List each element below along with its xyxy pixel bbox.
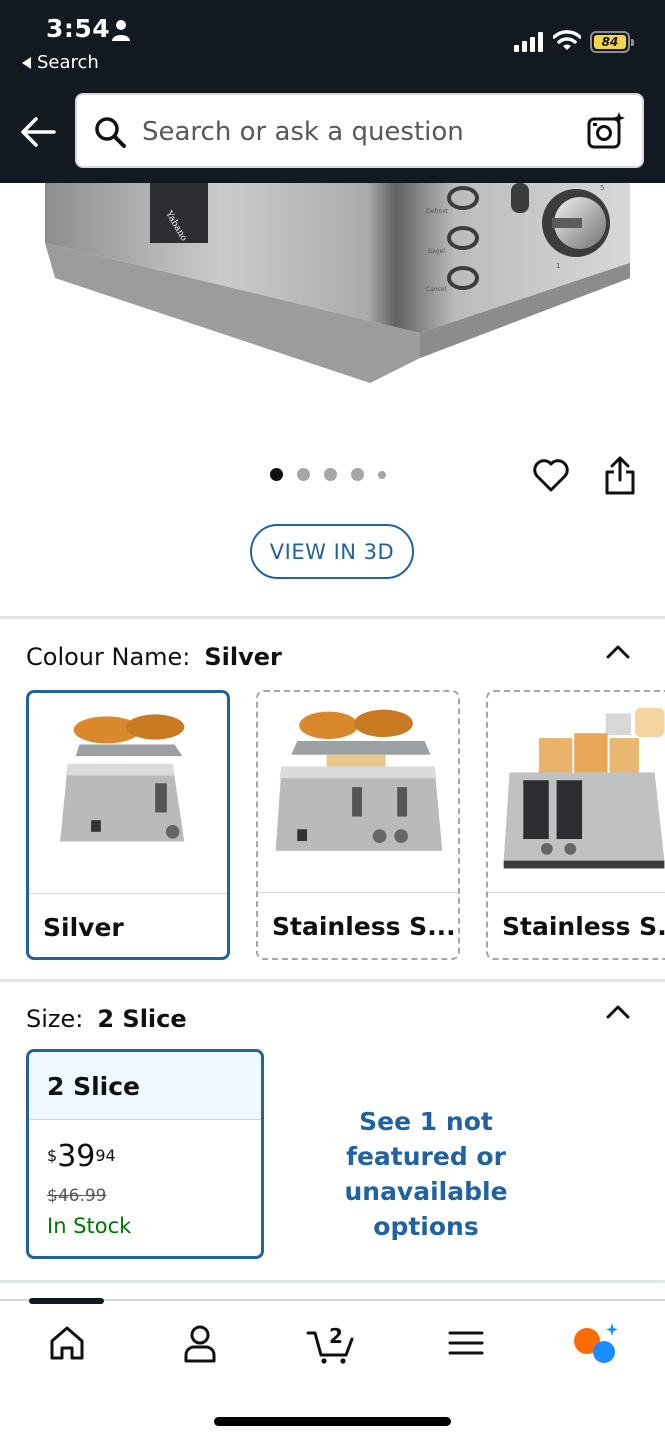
- menu-icon[interactable]: [444, 1321, 488, 1365]
- size-selected-value: 2 Slice: [97, 1005, 187, 1033]
- app-header: 3:54 Search 84 Search or ask a question: [0, 0, 665, 183]
- search-placeholder: Search or ask a question: [142, 117, 464, 147]
- svg-text:Cancel: Cancel: [426, 286, 447, 293]
- availability-status: In Stock: [47, 1214, 132, 1238]
- carousel-dot[interactable]: [324, 468, 337, 481]
- share-icon[interactable]: [602, 456, 638, 496]
- status-time: 3:54: [46, 14, 111, 43]
- size-option-2-slice[interactable]: 2 Slice $ 39 94 $46.99 In Stock: [26, 1049, 264, 1259]
- colour-option-stainless-steel-4slice[interactable]: Stainless S...: [256, 690, 460, 960]
- product-image[interactable]: Yabano Defrost Bagel Cancel 1 5: [0, 183, 665, 398]
- colour-option-image: [503, 707, 665, 869]
- section-divider: [0, 1280, 665, 1283]
- svg-text:1: 1: [556, 262, 560, 270]
- colour-label-text: Colour Name:: [26, 643, 191, 671]
- section-divider: [0, 979, 665, 982]
- colour-option-stainless-steel-black[interactable]: Stainless S...: [486, 690, 665, 960]
- colour-label: Colour Name: Silver: [26, 643, 282, 671]
- camera-lens-icon[interactable]: [586, 111, 626, 151]
- chevron-up-icon[interactable]: [605, 1002, 631, 1020]
- bottom-navigation: 2: [0, 1298, 665, 1440]
- list-price: $46.99: [47, 1186, 107, 1206]
- see-unavailable-options-link[interactable]: See 1 not featured or unavailable option…: [296, 1104, 556, 1244]
- active-tab-indicator: [29, 1298, 104, 1304]
- carousel-dot[interactable]: [351, 468, 364, 481]
- svg-text:5: 5: [600, 184, 604, 192]
- colour-option-image: [275, 709, 443, 851]
- section-divider: [0, 616, 665, 619]
- carousel-dot[interactable]: [297, 468, 310, 481]
- size-option-price: $ 39 94: [47, 1140, 116, 1174]
- size-option-name: 2 Slice: [29, 1052, 261, 1120]
- battery-icon: 84: [590, 31, 634, 53]
- chevron-up-icon[interactable]: [605, 642, 631, 660]
- battery-level: 84: [594, 35, 626, 49]
- home-icon[interactable]: [45, 1321, 89, 1365]
- price-symbol: $: [47, 1146, 58, 1165]
- cart-count: 2: [329, 1324, 343, 1348]
- search-icon: [95, 117, 126, 148]
- size-label: Size: 2 Slice: [26, 1005, 187, 1033]
- colour-option-name: Stainless S...: [272, 912, 456, 941]
- colour-selected-value: Silver: [204, 643, 282, 671]
- carousel-dot[interactable]: [270, 468, 283, 481]
- image-carousel-dots[interactable]: [270, 468, 386, 481]
- colour-option-image: [60, 714, 185, 842]
- view-in-3d-button[interactable]: VIEW IN 3D: [250, 524, 414, 579]
- back-app-label: Search: [37, 52, 99, 73]
- toaster-image: Yabano Defrost Bagel Cancel 1 5: [45, 183, 630, 383]
- heart-icon[interactable]: [532, 456, 570, 494]
- price-whole: 39: [57, 1139, 96, 1174]
- back-to-app-link[interactable]: Search: [22, 52, 99, 73]
- size-label-text: Size:: [26, 1005, 84, 1033]
- person-icon: [112, 20, 130, 41]
- wifi-icon: [553, 30, 581, 50]
- svg-text:Defrost: Defrost: [426, 208, 449, 215]
- cellular-signal-icon: [514, 32, 543, 52]
- price-fraction: 94: [95, 1146, 116, 1165]
- colour-option-name: Stainless S...: [502, 912, 665, 941]
- colour-option-silver[interactable]: Silver: [26, 690, 230, 960]
- back-arrow-icon[interactable]: [20, 114, 56, 150]
- cart-icon[interactable]: 2: [306, 1321, 358, 1365]
- colour-option-name: Silver: [43, 913, 124, 942]
- search-input[interactable]: Search or ask a question: [75, 93, 644, 168]
- account-icon[interactable]: [178, 1321, 222, 1365]
- rufus-ai-icon[interactable]: [572, 1321, 622, 1365]
- carousel-dot[interactable]: [378, 470, 386, 479]
- svg-text:Bagel: Bagel: [428, 248, 445, 255]
- home-indicator-bar: [214, 1417, 451, 1426]
- back-triangle-icon: [22, 56, 31, 69]
